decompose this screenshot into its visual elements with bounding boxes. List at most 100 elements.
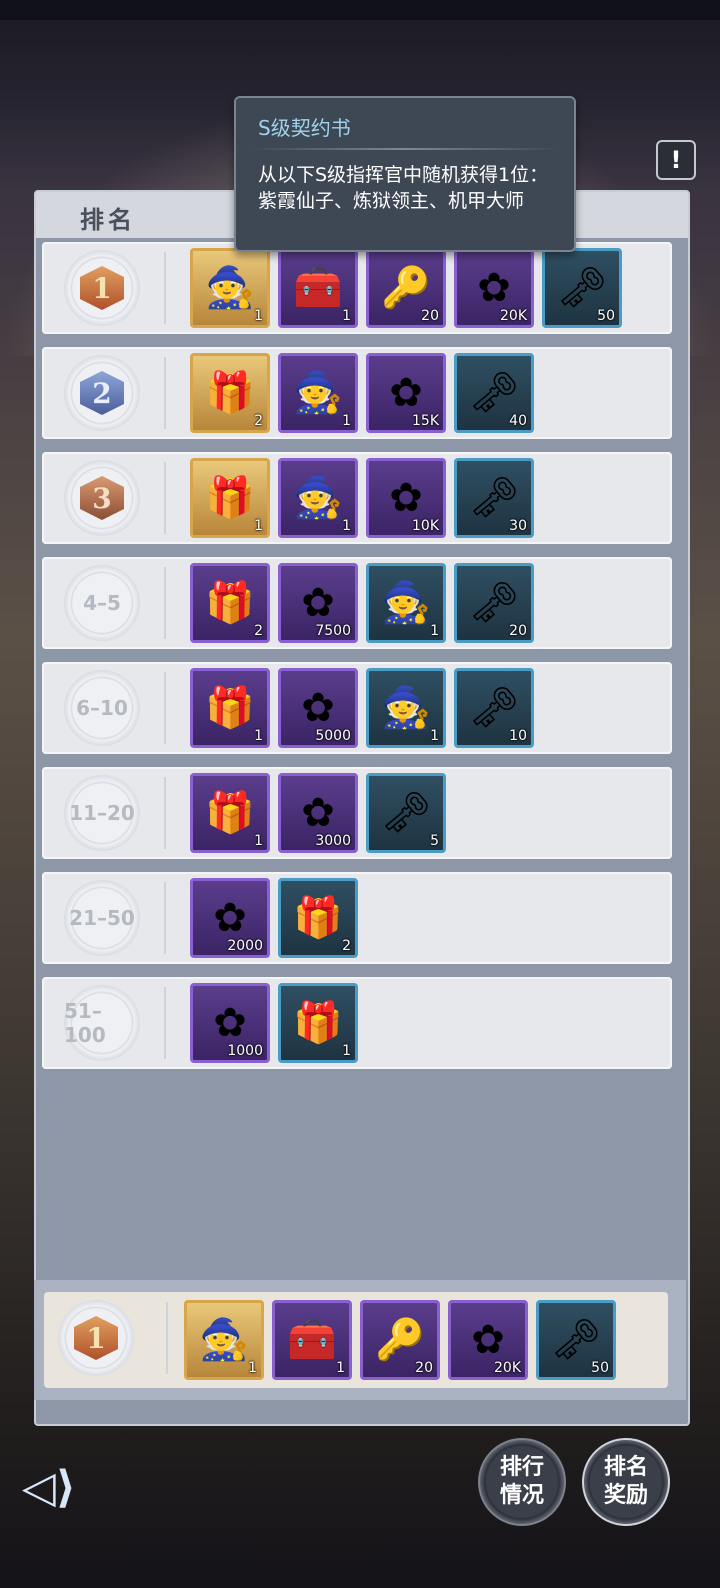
- row-divider: [164, 672, 166, 744]
- item-count: 1: [342, 518, 351, 534]
- reward-item[interactable]: ✿ 20K: [454, 248, 534, 328]
- rank-column-label: 排名: [80, 206, 136, 234]
- reward-item[interactable]: ✿ 3000: [278, 773, 358, 853]
- rank-label: 2: [80, 371, 124, 415]
- rank-label: 4–5: [83, 591, 121, 615]
- reward-items: 🧙 1 🧰 1 🔑 20 ✿ 20K 🗝 50: [184, 1300, 616, 1380]
- reward-item[interactable]: 🗝 10: [454, 668, 534, 748]
- reward-item[interactable]: 🧙 1: [366, 563, 446, 643]
- gold-key-icon: 🔑: [381, 265, 431, 311]
- rank-label: 3: [80, 476, 124, 520]
- rank-label: 1: [74, 1316, 118, 1360]
- reward-row: 1 🧙 1 🧰 1 🔑 20 ✿ 20K 🗝 50: [42, 242, 672, 334]
- item-count: 10K: [412, 518, 439, 534]
- reward-item[interactable]: 🧙 1: [278, 458, 358, 538]
- info-button[interactable]: !: [656, 140, 696, 180]
- reward-item[interactable]: 🎁 1: [190, 668, 270, 748]
- reward-item[interactable]: ✿ 7500: [278, 563, 358, 643]
- gold-gift-box-icon: 🎁: [205, 475, 255, 521]
- item-count: 20: [509, 623, 527, 639]
- reward-item[interactable]: 🔑 20: [360, 1300, 440, 1380]
- reward-item[interactable]: 🧙 1: [184, 1300, 264, 1380]
- item-count: 50: [597, 308, 615, 324]
- row-divider: [166, 1302, 168, 1374]
- reward-items: 🎁 2 ✿ 7500 🧙 1 🗝 20: [190, 563, 534, 643]
- row-divider: [164, 357, 166, 429]
- reward-item[interactable]: 🗝 50: [542, 248, 622, 328]
- item-count: 5000: [315, 728, 351, 744]
- reward-item[interactable]: 🧰 1: [278, 248, 358, 328]
- item-count: 1: [342, 413, 351, 429]
- blue-gift-box-icon: 🎁: [293, 1000, 343, 1046]
- silver-key-icon: 🗝: [468, 370, 520, 416]
- reward-item[interactable]: 🧙 1: [366, 668, 446, 748]
- purple-flower-icon: ✿: [213, 895, 247, 941]
- reward-item[interactable]: 🎁 1: [278, 983, 358, 1063]
- ranking-status-button[interactable]: 排行 情况: [478, 1438, 566, 1526]
- purple-flower-icon: ✿: [389, 370, 423, 416]
- reward-item[interactable]: 🗝 5: [366, 773, 446, 853]
- reward-item[interactable]: 🗝 30: [454, 458, 534, 538]
- reward-item[interactable]: ✿ 20K: [448, 1300, 528, 1380]
- reward-item[interactable]: ✿ 10K: [366, 458, 446, 538]
- rank-badge: 11–20: [64, 775, 140, 851]
- reward-items: 🧙 1 🧰 1 🔑 20 ✿ 20K 🗝 50: [190, 248, 622, 328]
- rank-label: 1: [80, 266, 124, 310]
- item-count: 40: [509, 413, 527, 429]
- item-count: 1: [342, 308, 351, 324]
- purple-flower-icon: ✿: [301, 790, 335, 836]
- silver-key-icon: 🗝: [550, 1317, 602, 1363]
- item-count: 1: [342, 1043, 351, 1059]
- reward-items: 🎁 2 🧙 1 ✿ 15K 🗝 40: [190, 353, 534, 433]
- reward-item[interactable]: ✿ 15K: [366, 353, 446, 433]
- reward-item[interactable]: 🔑 20: [366, 248, 446, 328]
- reward-item[interactable]: 🗝 50: [536, 1300, 616, 1380]
- row-divider: [164, 567, 166, 639]
- item-tooltip: S级契约书 从以下S级指挥官中随机获得1位：紫霞仙子、炼狱领主、机甲大师: [234, 96, 576, 252]
- purple-flower-icon: ✿: [213, 1000, 247, 1046]
- row-divider: [164, 462, 166, 534]
- reward-item[interactable]: 🎁 2: [190, 563, 270, 643]
- reward-item[interactable]: 🎁 2: [190, 353, 270, 433]
- pink-gift-box-icon: 🎁: [205, 790, 255, 836]
- rank-label: 11–20: [69, 801, 135, 825]
- ranking-rewards-label: 排名 奖励: [603, 1455, 648, 1508]
- reward-item[interactable]: ✿ 1000: [190, 983, 270, 1063]
- row-divider: [164, 882, 166, 954]
- reward-item[interactable]: 🧰 1: [272, 1300, 352, 1380]
- item-count: 1: [254, 728, 263, 744]
- reward-item[interactable]: 🎁 1: [190, 773, 270, 853]
- blue-wizard-hat-icon: 🧙: [381, 580, 431, 626]
- silver-key-icon: 🗝: [468, 475, 520, 521]
- reward-item[interactable]: 🗝 40: [454, 353, 534, 433]
- reward-item[interactable]: 🗝 20: [454, 563, 534, 643]
- rank-badge: 1: [64, 250, 140, 326]
- purple-flower-icon: ✿: [301, 685, 335, 731]
- reward-item[interactable]: 🎁 1: [190, 458, 270, 538]
- silver-key-icon: 🗝: [556, 265, 608, 311]
- item-count: 1: [254, 308, 263, 324]
- pink-gift-box-icon: 🎁: [205, 580, 255, 626]
- ranking-rewards-button[interactable]: 排名 奖励: [582, 1438, 670, 1526]
- reward-item[interactable]: ✿ 2000: [190, 878, 270, 958]
- reward-item[interactable]: 🎁 2: [278, 878, 358, 958]
- gold-gift-box-icon: 🎁: [205, 370, 255, 416]
- reward-item[interactable]: ✿ 5000: [278, 668, 358, 748]
- wizard-hat-icon: 🧙: [199, 1317, 249, 1363]
- purple-flower-icon: ✿: [477, 265, 511, 311]
- back-logo-icon[interactable]: ◁⟩: [22, 1462, 112, 1522]
- item-count: 2000: [227, 938, 263, 954]
- wizard-hat-icon: 🧙: [205, 265, 255, 311]
- reward-items: 🎁 1 🧙 1 ✿ 10K 🗝 30: [190, 458, 534, 538]
- item-count: 1000: [227, 1043, 263, 1059]
- item-count: 2: [342, 938, 351, 954]
- item-count: 1: [254, 518, 263, 534]
- silver-key-icon: 🗝: [380, 790, 432, 836]
- item-count: 1: [254, 833, 263, 849]
- own-rank-row: 1 🧙 1 🧰 1 🔑 20 ✿ 20K 🗝 50: [44, 1292, 668, 1388]
- item-count: 3000: [315, 833, 351, 849]
- reward-item[interactable]: 🧙 1: [190, 248, 270, 328]
- reward-item[interactable]: 🧙 1: [278, 353, 358, 433]
- rank-badge: 3: [64, 460, 140, 536]
- tooltip-body: 从以下S级指挥官中随机获得1位：紫霞仙子、炼狱领主、机甲大师: [258, 164, 549, 212]
